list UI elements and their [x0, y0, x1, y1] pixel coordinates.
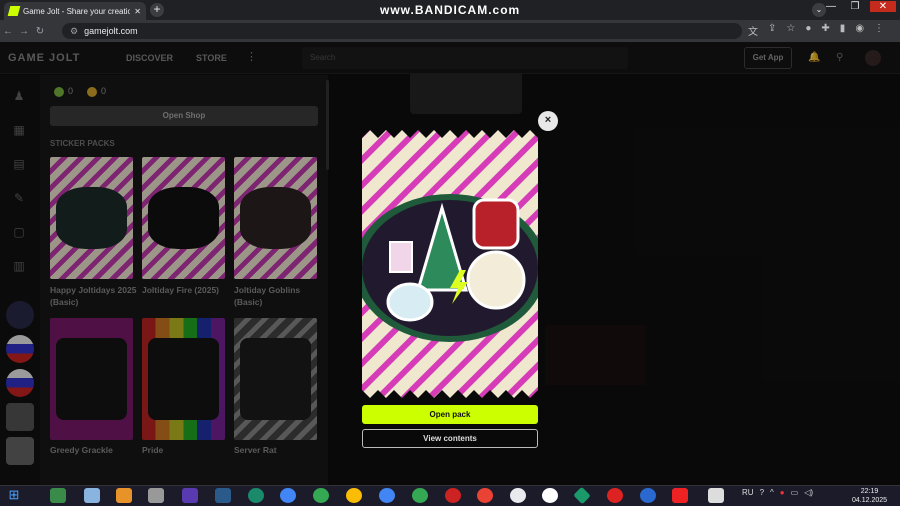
extensions-icon[interactable]: ✚: [821, 23, 829, 38]
yandex-browser-icon[interactable]: [542, 488, 558, 503]
address-bar[interactable]: ⚙ gamejolt.com: [62, 23, 742, 39]
sticker-pack-preview: [362, 130, 538, 398]
back-icon[interactable]: ←: [0, 26, 16, 37]
gamejolt-favicon-icon: [7, 6, 21, 16]
browser-actions: 文 ⇪ ☆ ● ✚ ▮ ◉ ⋮: [748, 23, 884, 38]
new-tab-button[interactable]: +: [150, 3, 164, 17]
side-panel-icon[interactable]: ▮: [840, 23, 846, 38]
reload-icon[interactable]: ↻: [32, 26, 48, 37]
open-pack-button[interactable]: Open pack: [362, 405, 538, 424]
opera-icon[interactable]: [607, 488, 623, 503]
profile-circle-icon[interactable]: ●: [805, 23, 811, 38]
clock-time: 22:19: [860, 488, 879, 495]
taskbar-app-icon[interactable]: [708, 488, 724, 503]
taskbar-app-icon[interactable]: [50, 488, 66, 503]
tab-title: Game Jolt - Share your creations: [23, 6, 131, 16]
recorder-watermark: www.BANDICAM.com: [380, 3, 521, 17]
modal-close-button[interactable]: ×: [538, 111, 558, 131]
clock-date: 04.12.2025: [852, 497, 888, 504]
chrome-icon[interactable]: [346, 488, 362, 503]
taskbar-app-icon[interactable]: [116, 488, 132, 503]
network-icon[interactable]: ▭: [791, 488, 799, 497]
site-info-icon[interactable]: ⚙: [70, 26, 78, 37]
url-text: gamejolt.com: [84, 26, 138, 36]
browser-tab[interactable]: Game Jolt - Share your creations ✕: [4, 2, 146, 20]
help-icon[interactable]: ?: [760, 488, 764, 497]
taskbar-app-icon[interactable]: [215, 488, 231, 503]
volume-icon[interactable]: ◁): [804, 488, 813, 497]
minimize-button[interactable]: —: [822, 1, 840, 12]
system-tray: RU ? ^ ● ▭ ◁): [742, 488, 813, 497]
taskbar-app-icon[interactable]: [248, 488, 264, 503]
taskbar-app-icon[interactable]: [640, 488, 656, 503]
tray-chevron-icon[interactable]: ^: [770, 488, 774, 497]
share-icon[interactable]: ⇪: [768, 23, 776, 38]
browser-menu-icon[interactable]: ⋮: [874, 23, 884, 38]
taskbar-app-icon[interactable]: [445, 488, 461, 503]
user-avatar-icon[interactable]: ◉: [855, 23, 864, 38]
record-icon[interactable]: ●: [780, 488, 785, 497]
chrome-active-icon[interactable]: [510, 488, 526, 503]
language-indicator[interactable]: RU: [742, 488, 754, 497]
view-contents-button[interactable]: View contents: [362, 429, 538, 448]
close-window-button[interactable]: ✕: [870, 1, 896, 12]
window-controls: — ❐ ✕: [822, 1, 896, 12]
maximize-button[interactable]: ❐: [846, 1, 864, 12]
chrome-icon[interactable]: [379, 488, 395, 503]
yandex-icon[interactable]: [672, 488, 688, 503]
forward-icon[interactable]: →: [16, 26, 32, 37]
chrome-icon[interactable]: [280, 488, 296, 503]
tab-close-icon[interactable]: ✕: [134, 7, 141, 16]
taskbar-app-icon[interactable]: [148, 488, 164, 503]
taskbar-clock[interactable]: 22:19 04.12.2025: [852, 487, 887, 505]
chrome-icon[interactable]: [313, 488, 329, 503]
translate-icon[interactable]: 文: [748, 23, 758, 38]
start-button-icon[interactable]: ⊞: [4, 487, 24, 504]
taskbar-app-icon[interactable]: [182, 488, 198, 503]
bookmark-star-icon[interactable]: ☆: [786, 23, 795, 38]
chrome-icon[interactable]: [477, 488, 493, 503]
chrome-icon[interactable]: [412, 488, 428, 503]
taskbar-app-icon[interactable]: [84, 488, 100, 503]
